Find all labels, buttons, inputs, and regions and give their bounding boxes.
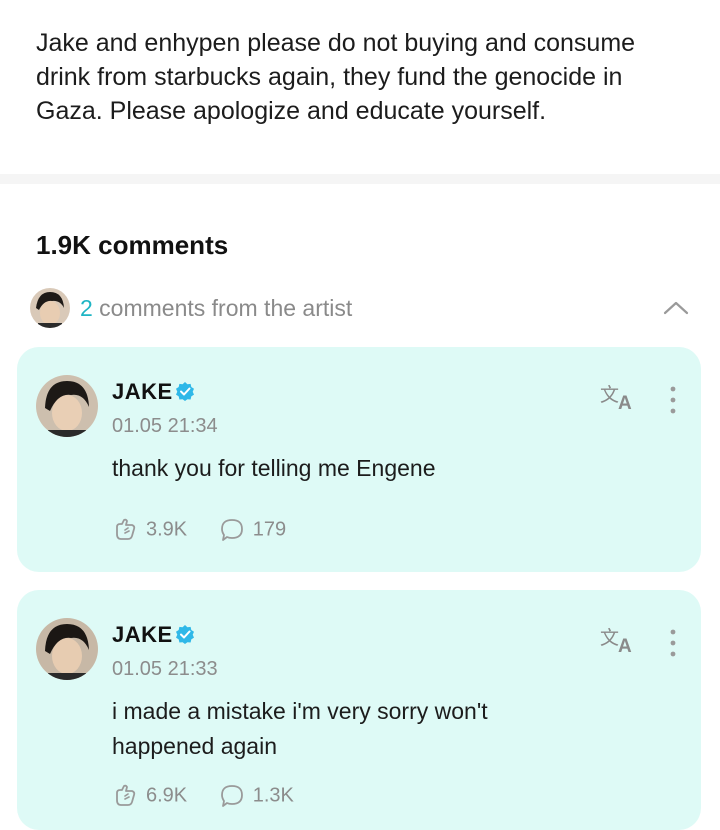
reply-count: 1.3K [252, 784, 294, 807]
like-count: 3.9K [146, 518, 188, 541]
comments-count: 1.9K comments [36, 230, 229, 260]
author-name[interactable]: JAKE [112, 379, 173, 404]
like-count: 6.9K [146, 784, 188, 807]
speech-bubble-icon [220, 785, 243, 807]
post-body: Jake and enhypen please do not buying an… [36, 29, 636, 125]
hug-hand-icon [116, 518, 136, 540]
author-row: JAKE [112, 622, 195, 652]
comment-text: i made a mistake i'm very sorry won't ha… [112, 698, 488, 759]
artist-comment-card: JAKE 01.05 21:34 thank you for telling m… [17, 347, 701, 572]
avatar[interactable] [36, 618, 98, 680]
comment-stats: 6.9K 1.3K [112, 783, 320, 813]
chevron-up-icon[interactable] [660, 292, 692, 324]
hug-hand-icon [116, 784, 136, 806]
timestamp: 01.05 21:33 [112, 658, 218, 680]
author-row: JAKE [112, 379, 195, 409]
comment-stats: 3.9K 179 [112, 517, 312, 547]
translate-icon[interactable]: 文 A [599, 622, 639, 657]
more-vertical-icon[interactable] [665, 626, 681, 660]
reply-count: 179 [252, 518, 287, 541]
more-vertical-icon[interactable] [665, 383, 681, 417]
verified-badge-icon [175, 381, 194, 401]
section-divider [0, 174, 720, 184]
like-button[interactable]: 3.9K [112, 517, 187, 543]
svg-text:文: 文 [600, 627, 619, 649]
reply-button[interactable]: 179 [219, 517, 286, 543]
artist-comments-toggle[interactable]: 2 comments from the artist [30, 288, 692, 330]
verified-badge-icon [175, 624, 194, 644]
artist-comments-text: comments from the artist [92, 295, 353, 321]
artist-comment-card: JAKE 01.05 21:33 i made a mistake i'm ve… [17, 590, 701, 830]
svg-text:A: A [618, 636, 632, 656]
artist-avatar [30, 288, 70, 328]
comment-text: thank you for telling me Engene [112, 455, 436, 481]
like-button[interactable]: 6.9K [112, 783, 187, 809]
translate-icon[interactable]: 文 A [599, 379, 639, 414]
artist-comments-label: 2 comments from the artist [80, 295, 352, 322]
artist-comments-count: 2 [80, 295, 93, 321]
timestamp: 01.05 21:34 [112, 415, 218, 437]
avatar[interactable] [36, 375, 98, 437]
reply-button[interactable]: 1.3K [219, 783, 294, 809]
svg-text:A: A [618, 393, 632, 413]
speech-bubble-icon [220, 519, 243, 541]
author-name[interactable]: JAKE [112, 622, 173, 647]
svg-text:文: 文 [600, 384, 619, 406]
